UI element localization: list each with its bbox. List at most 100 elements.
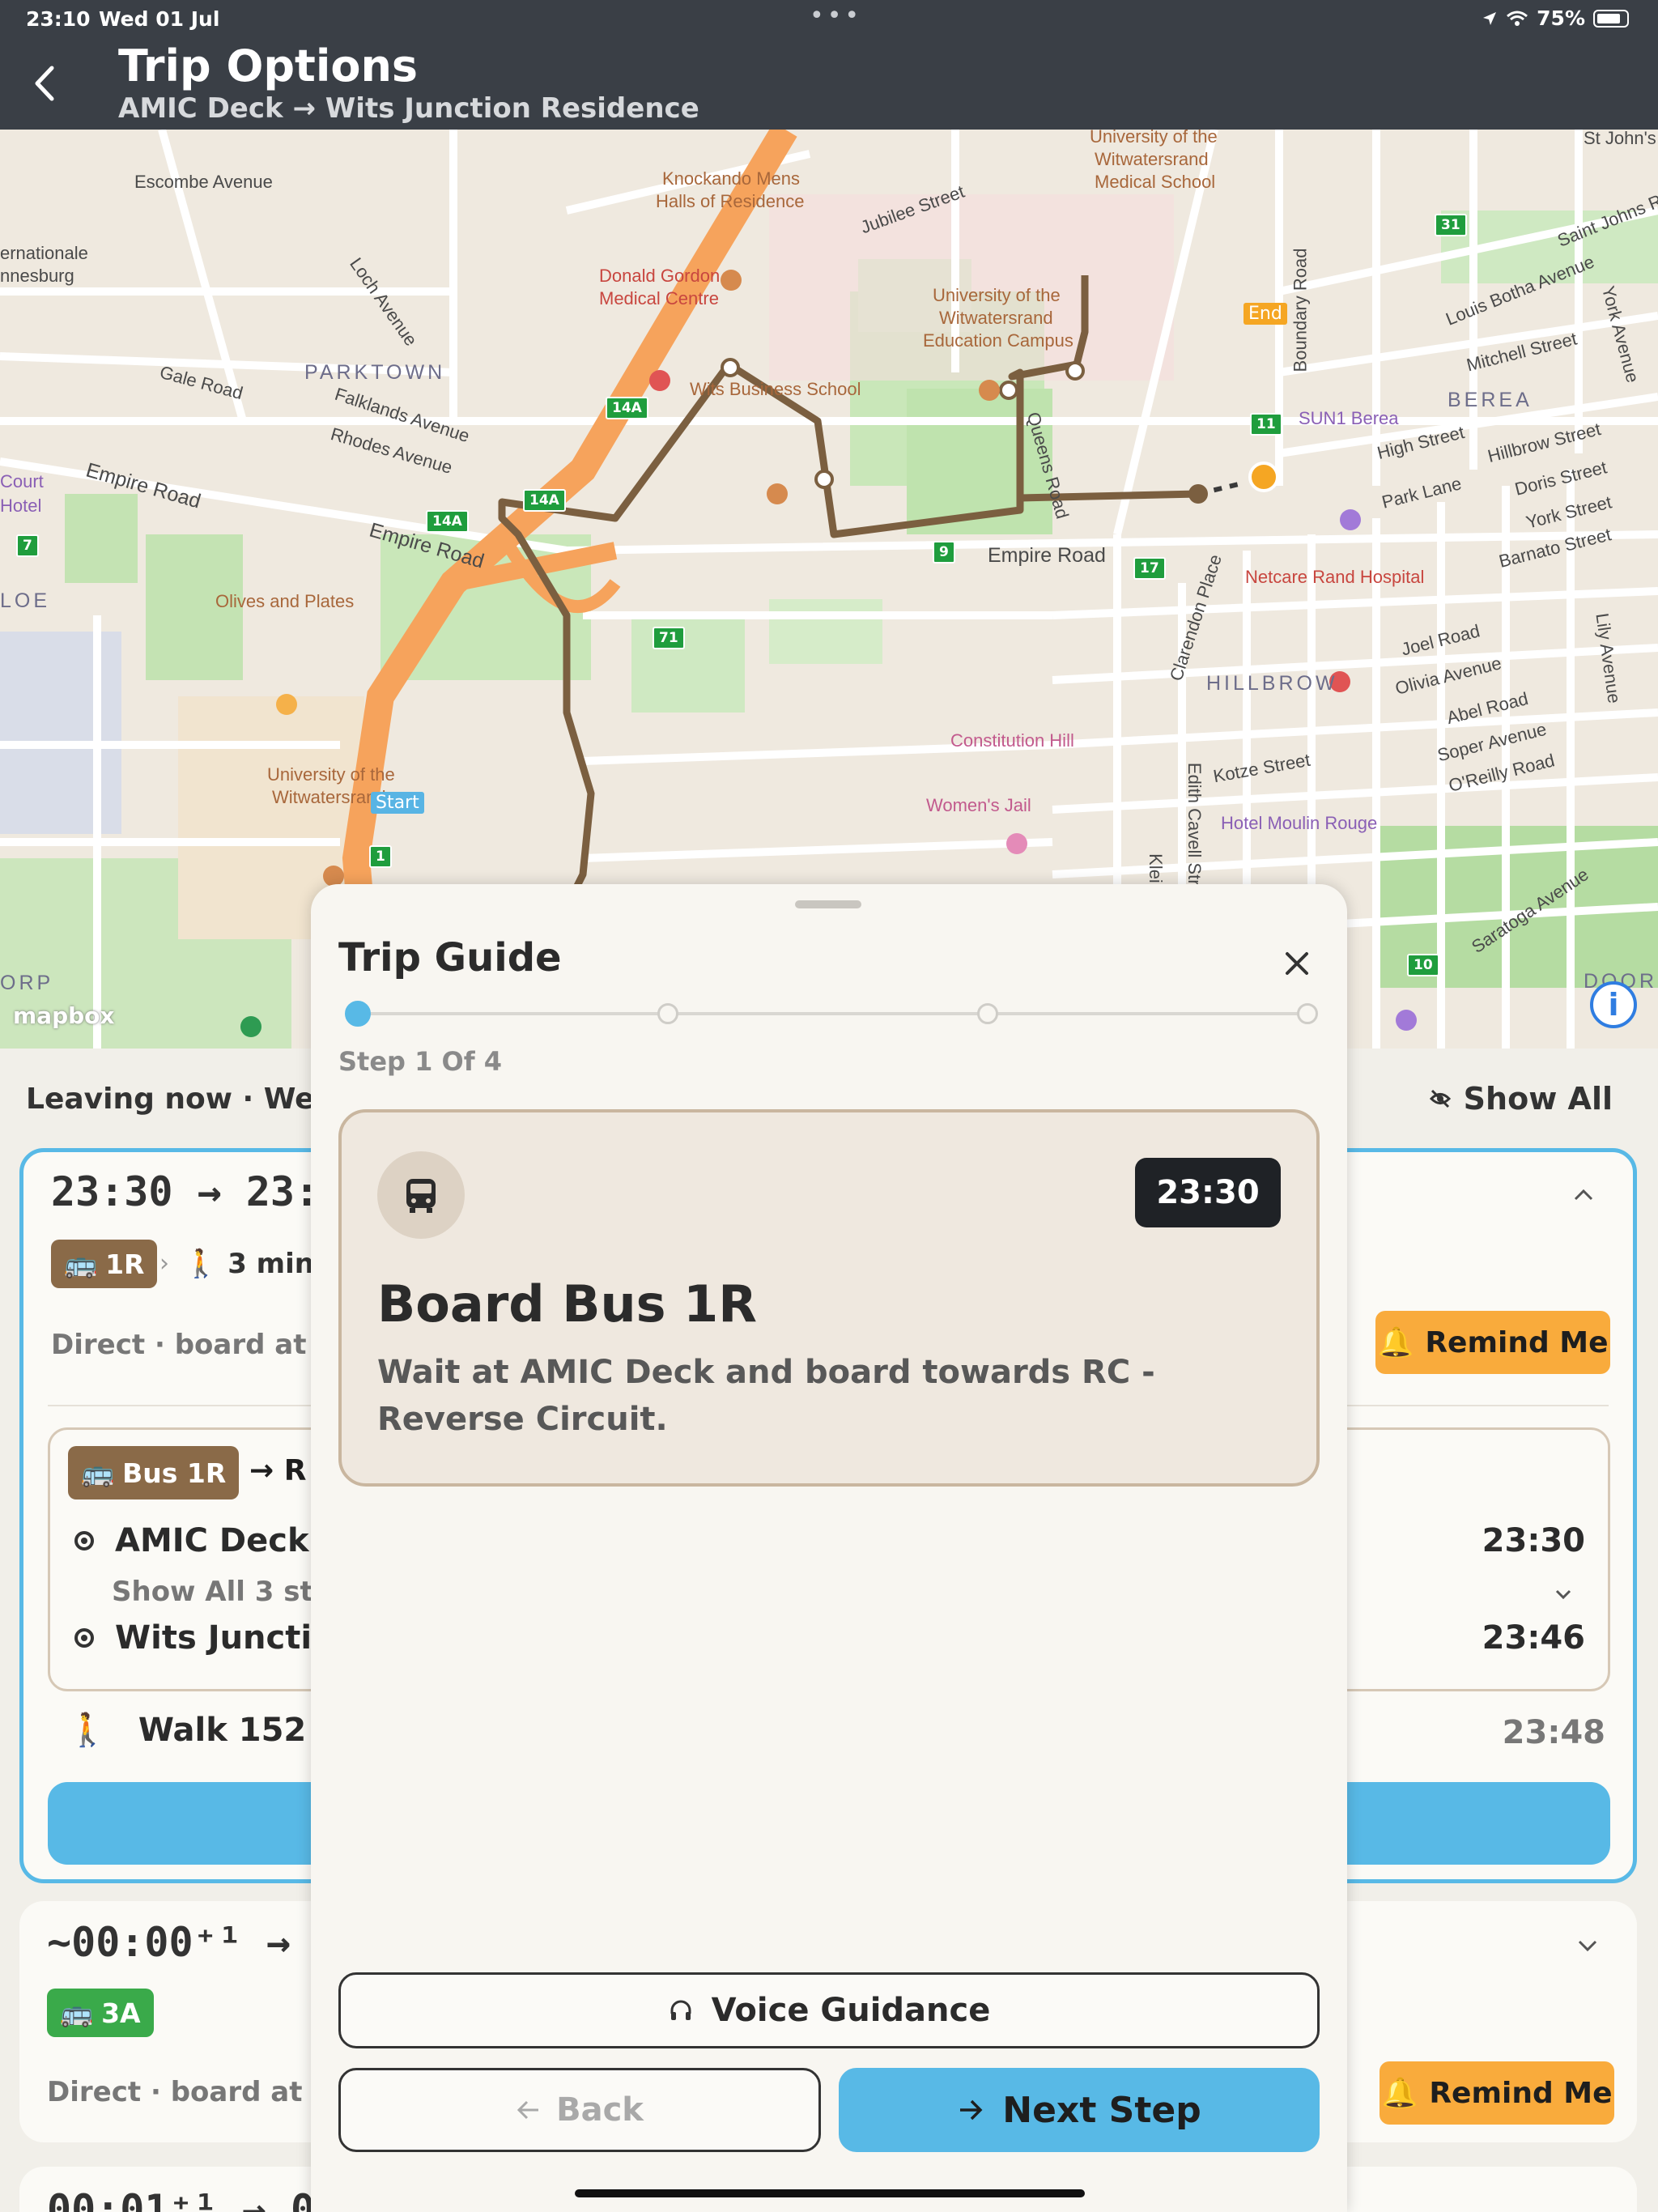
route-badge: 7 — [16, 534, 39, 557]
walk-icon: 🚶 — [67, 1712, 108, 1749]
route-badge: 10 — [1407, 954, 1439, 976]
chevron-down-icon[interactable] — [1575, 1933, 1600, 1958]
trip-direct-label: Direct · board at A — [51, 1329, 338, 1361]
location-arrow-icon — [1483, 11, 1497, 25]
chevron-down-icon[interactable] — [1553, 1584, 1574, 1605]
step-description: Wait at AMIC Deck and board towards RC -… — [377, 1354, 1155, 1438]
map-label-uni-main-1: University of the — [267, 764, 395, 785]
step-counter: Step 1 Of 4 — [338, 1046, 503, 1077]
headphones-icon — [670, 2000, 691, 2020]
map-label-sun1: SUN1 Berea — [1299, 408, 1399, 428]
map-label-wits-business: Wits Business School — [690, 379, 861, 399]
back-step-button[interactable]: Back — [338, 2068, 821, 2152]
map-label-medical-centre: Medical Centre — [599, 288, 719, 308]
map-label-moulin: Hotel Moulin Rouge — [1221, 813, 1378, 833]
map-label-escombe: Escombe Avenue — [134, 172, 273, 192]
bus-route-label: 1R — [105, 1248, 145, 1280]
map-label-halls: Halls of Residence — [656, 191, 805, 211]
page-subtitle: AMIC Deck → Wits Junction Residence — [118, 92, 699, 125]
walk-duration-label: 3 min — [227, 1248, 314, 1280]
trip-times: ~00:00⁺¹ → ~ — [47, 1919, 340, 1966]
map-label-uni-main-2: Witwatersrand — [272, 787, 386, 807]
map-label-boundary: Boundary Road — [1290, 248, 1311, 372]
map-label-edu-3: Education Campus — [923, 330, 1073, 351]
eye-slash-icon — [1429, 1089, 1451, 1108]
route-badge: 14A — [606, 397, 648, 419]
next-step-button[interactable]: Next Step — [839, 2068, 1320, 2152]
map-label-edu-1: University of the — [933, 285, 1061, 305]
walk-leg-row: 🚶 Walk 152 m — [67, 1711, 351, 1750]
home-indicator[interactable] — [575, 2189, 1085, 2197]
chevron-up-icon[interactable] — [1571, 1183, 1596, 1207]
status-time: 23:10 — [26, 7, 91, 31]
bus-icon — [377, 1151, 465, 1239]
close-icon[interactable] — [1281, 947, 1313, 980]
map-label-hotel: Hotel — [0, 496, 42, 516]
back-step-label: Back — [556, 2091, 644, 2129]
wifi-icon — [1507, 11, 1528, 26]
stop-to-time: 23:46 — [1482, 1619, 1585, 1657]
remind-me-label: Remind Me — [1425, 1325, 1609, 1359]
map-label-empire-3: Empire Road — [988, 544, 1106, 567]
map-label-olives: Olives and Plates — [215, 591, 355, 611]
step-dot-4 — [1297, 1003, 1318, 1024]
walk-icon: 🚶 — [184, 1248, 219, 1280]
show-all-stops-toggle[interactable]: Show All 3 sto — [112, 1576, 332, 1608]
stop-from-time: 23:30 — [1482, 1522, 1585, 1559]
map-label-knockando: Knockando Mens — [662, 168, 800, 189]
voice-guidance-button[interactable]: Voice Guidance — [338, 1972, 1320, 2048]
route-badge: 11 — [1250, 413, 1282, 436]
end-marker-label: End — [1244, 303, 1287, 325]
map-label-parktown: PARKTOWN — [304, 361, 446, 384]
bus-icon: 🚌 — [64, 1248, 98, 1279]
step-dot-2 — [657, 1003, 678, 1024]
walk-duration: 🚶 3 min — [184, 1248, 314, 1280]
route-badge: 71 — [653, 627, 685, 649]
step-heading: Board Bus 1R — [377, 1274, 757, 1334]
map-label-constitution: Constitution Hill — [950, 730, 1074, 751]
chevron-left-icon — [35, 66, 54, 101]
remind-me-button[interactable]: 🔔 Remind Me — [1380, 2061, 1614, 2125]
map-label-edu-2: Witwatersrand — [939, 308, 1053, 328]
map-label-orp: ORP — [0, 972, 54, 994]
map-label-med-3: Medical School — [1095, 172, 1216, 192]
voice-guidance-label: Voice Guidance — [711, 1992, 991, 2029]
bus-route-badge: 🚌 1R — [51, 1240, 158, 1288]
arrow-right-icon — [960, 2099, 983, 2121]
chevron-right-icon: › — [159, 1249, 169, 1278]
map-label-court: Court — [0, 471, 44, 491]
step-card: 23:30 Board Bus 1R Wait at AMIC Deck and… — [338, 1109, 1320, 1487]
leg-bus-label: Bus 1R — [122, 1457, 227, 1489]
remind-me-button[interactable]: 🔔 Remind Me — [1375, 1311, 1610, 1374]
sheet-grabber[interactable] — [795, 900, 861, 908]
multitasking-dots-icon[interactable]: ••• — [810, 2, 862, 30]
map-label-st-johns: St John's — [1584, 130, 1656, 148]
map-label-johannesburg: nnesburg — [0, 266, 74, 286]
bell-icon: 🔔 — [1381, 2077, 1418, 2110]
map-label-med-1: University of the — [1090, 130, 1218, 147]
next-step-label: Next Step — [1002, 2089, 1201, 2131]
route-badge: 31 — [1435, 214, 1467, 236]
map-label-hillbrow: HILLBROW — [1206, 672, 1338, 695]
bell-icon: 🔔 — [1377, 1326, 1414, 1359]
bus-route-badge: 🚌 3A — [47, 1989, 154, 2037]
map-label-med-2: Witwatersrand — [1095, 149, 1209, 169]
map-label-netcare: Netcare Rand Hospital — [1245, 567, 1425, 587]
show-all-button[interactable]: Show All — [1428, 1081, 1613, 1117]
back-button[interactable] — [31, 63, 58, 104]
step-dot-3 — [977, 1003, 998, 1024]
leaving-label: Leaving now · Wed — [26, 1083, 336, 1116]
leg-destination: → R — [249, 1454, 307, 1487]
end-marker[interactable] — [1248, 462, 1279, 492]
map-info-button[interactable]: i — [1590, 981, 1637, 1028]
route-badge: 14A — [523, 489, 566, 512]
trip-times: 23:30 → 23:4 — [51, 1168, 344, 1215]
status-date: Wed 01 Jul — [99, 7, 220, 31]
show-all-label: Show All — [1463, 1081, 1613, 1117]
map-label-loe: LOE — [0, 589, 51, 612]
bus-icon: 🚌 — [81, 1457, 115, 1488]
stop-dot-icon — [74, 1531, 94, 1551]
battery-icon — [1593, 9, 1629, 28]
trip-direct-label: Direct · board at A — [47, 2076, 334, 2108]
start-marker-label: Start — [371, 792, 424, 814]
